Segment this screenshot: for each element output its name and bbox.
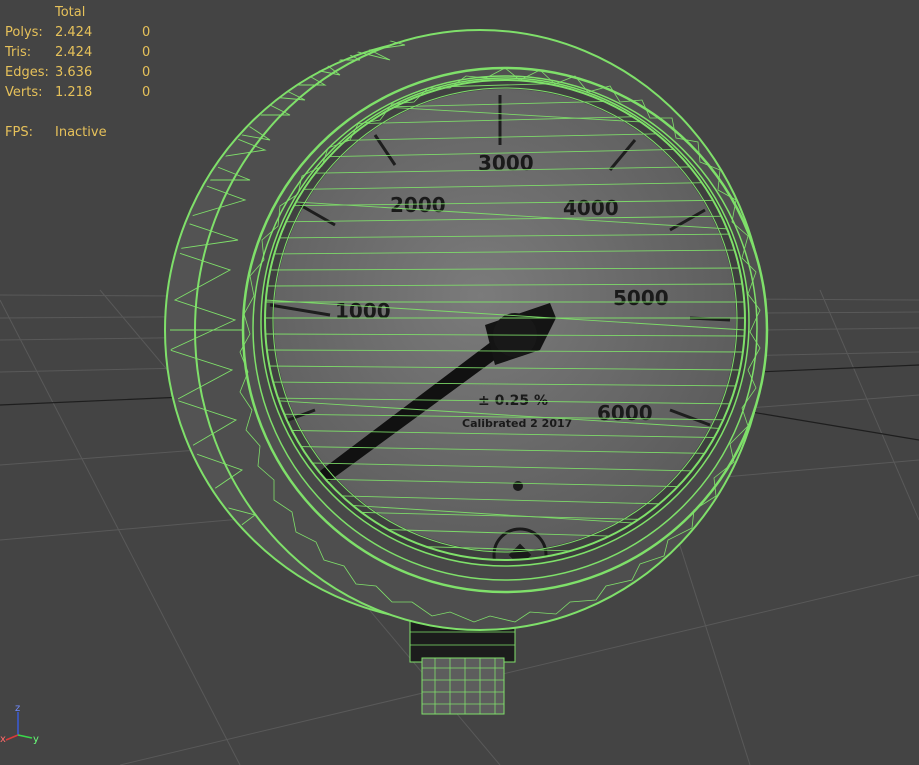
gizmo-y-label: y	[33, 734, 39, 745]
stats-total-value: 3.636	[55, 65, 93, 80]
stats-selected-value: 0	[142, 45, 151, 60]
axis-gizmo[interactable]: z x y	[0, 700, 50, 750]
viewport-statistics: Total Polys: 2.424 0 Tris: 2.424 0 Edges…	[5, 3, 175, 143]
dial-calibration-text: Calibrated 2 2017	[462, 417, 572, 430]
stats-selected-value: 0	[142, 85, 151, 100]
scale-label-5000: 5000	[613, 286, 669, 310]
stats-label: Polys:	[5, 25, 43, 40]
scale-label-3000: 3000	[478, 151, 534, 175]
scale-label-2000: 2000	[390, 193, 446, 217]
gizmo-x-axis	[5, 734, 19, 741]
stats-total-value: 2.424	[55, 25, 93, 40]
gizmo-z-label: z	[15, 703, 20, 714]
stats-selected-value: 0	[142, 25, 151, 40]
scale-label-4000: 4000	[563, 196, 619, 220]
gizmo-x-label: x	[0, 734, 6, 745]
stats-total-value: 2.424	[55, 45, 93, 60]
stats-label: Verts:	[5, 85, 43, 100]
scale-label-1000: 1000	[335, 299, 391, 323]
stats-total-header: Total	[55, 5, 86, 20]
stats-row-polys: Polys: 2.424 0	[5, 23, 175, 43]
stats-label: Tris:	[5, 45, 32, 60]
stats-row-edges: Edges: 3.636 0	[5, 63, 175, 83]
fps-value: Inactive	[55, 125, 107, 140]
stats-label: Edges:	[5, 65, 49, 80]
fps-label: FPS:	[5, 125, 33, 140]
gizmo-y-axis	[17, 734, 33, 739]
stats-row-verts: Verts: 1.218 0	[5, 83, 175, 103]
stats-selected-value: 0	[142, 65, 151, 80]
stats-total-value: 1.218	[55, 85, 93, 100]
stats-row-fps: FPS: Inactive	[5, 123, 175, 143]
stats-row-tris: Tris: 2.424 0	[5, 43, 175, 63]
3d-viewport[interactable]: 1000 2000 3000 4000 5000 6000 ± 0.25 % C…	[0, 0, 919, 765]
gauge-fitting	[409, 619, 516, 715]
